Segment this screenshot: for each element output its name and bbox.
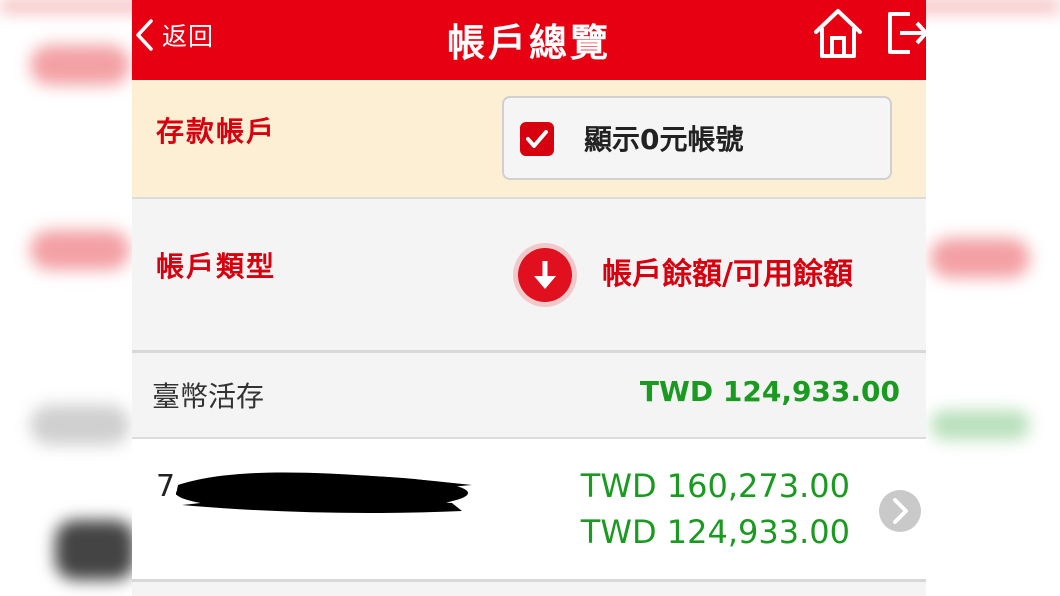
phone-screen: 返回 帳戶總覽 存款帳戶 顯示0元帳號 帳戶類型 帳戶餘額/可用餘額 臺幣活存 … <box>132 0 926 596</box>
logout-icon[interactable] <box>884 8 926 58</box>
deposit-account-section: 存款帳戶 顯示0元帳號 <box>132 80 926 199</box>
deposit-section-label: 存款帳戶 <box>156 115 277 148</box>
account-type-section: 帳戶類型 帳戶餘額/可用餘額 <box>132 199 926 353</box>
home-icon[interactable] <box>812 6 864 60</box>
app-header: 返回 帳戶總覽 <box>132 0 926 80</box>
account-row[interactable]: 7 TWD 160,273.00 TWD 124,933.00 <box>132 439 926 582</box>
account-type-total: TWD 124,933.00 <box>639 375 900 408</box>
balance-sort-label[interactable]: 帳戶餘額/可用餘額 <box>602 249 853 293</box>
account-balance: TWD 160,273.00 <box>580 467 850 505</box>
checkbox-checked-icon[interactable] <box>520 122 554 156</box>
chevron-right-icon[interactable] <box>878 489 922 533</box>
page-title: 帳戶總覽 <box>446 21 611 65</box>
redaction-scribble <box>176 472 472 513</box>
account-type-row: 臺幣活存 TWD 124,933.00 <box>132 353 926 439</box>
show-zero-balance-toggle[interactable]: 顯示0元帳號 <box>502 96 892 180</box>
show-zero-balance-label: 顯示0元帳號 <box>584 123 744 156</box>
account-type-name: 臺幣活存 <box>152 380 265 413</box>
account-type-label: 帳戶類型 <box>156 250 277 283</box>
next-row-edge <box>132 582 926 596</box>
arrow-down-circle-icon[interactable] <box>512 242 578 308</box>
available-balance: TWD 124,933.00 <box>580 513 850 551</box>
